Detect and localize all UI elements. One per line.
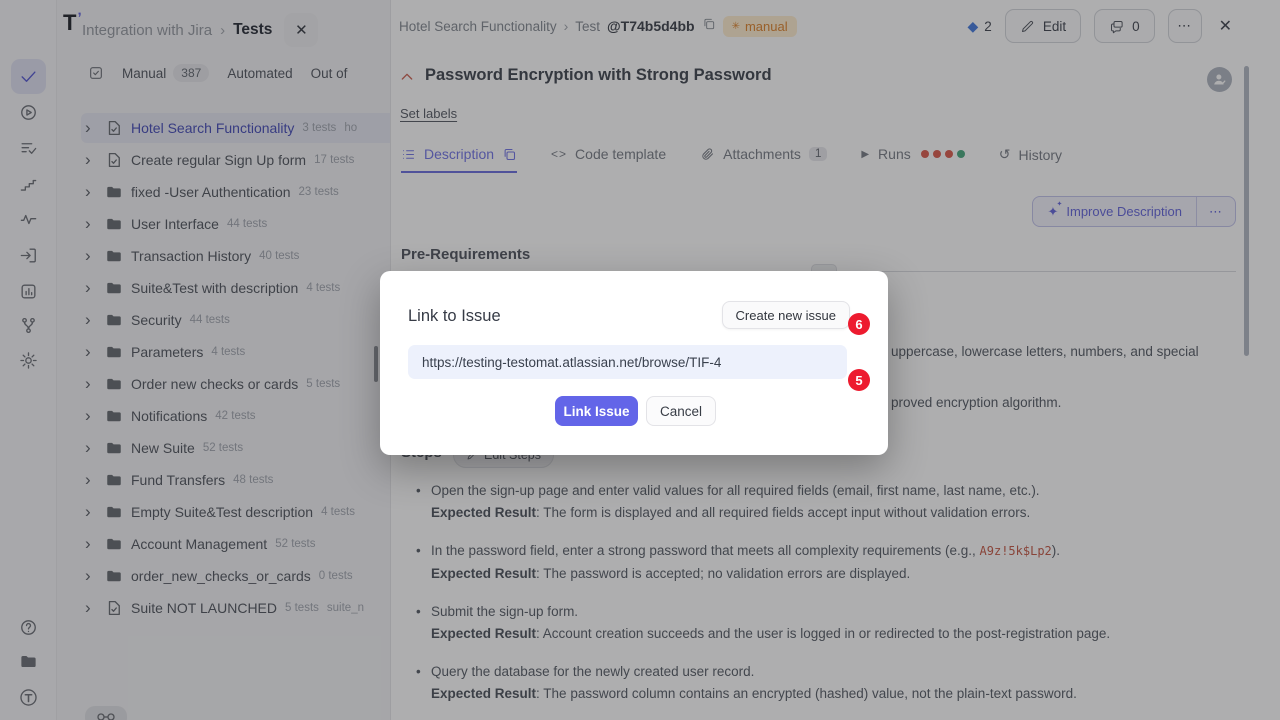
- modal-title: Link to Issue: [408, 307, 501, 326]
- cancel-button[interactable]: Cancel: [646, 396, 716, 426]
- annotation-badge-6: 6: [848, 313, 870, 335]
- app-window: Tʼ Integration with Jira › Tests ✕ Manua…: [0, 0, 1280, 720]
- link-to-issue-modal: Link to Issue Create new issue Link Issu…: [380, 271, 888, 455]
- issue-url-input[interactable]: [408, 345, 847, 379]
- annotation-badge-5: 5: [848, 369, 870, 391]
- link-issue-button[interactable]: Link Issue: [555, 396, 638, 426]
- create-new-issue-button[interactable]: Create new issue: [722, 301, 850, 329]
